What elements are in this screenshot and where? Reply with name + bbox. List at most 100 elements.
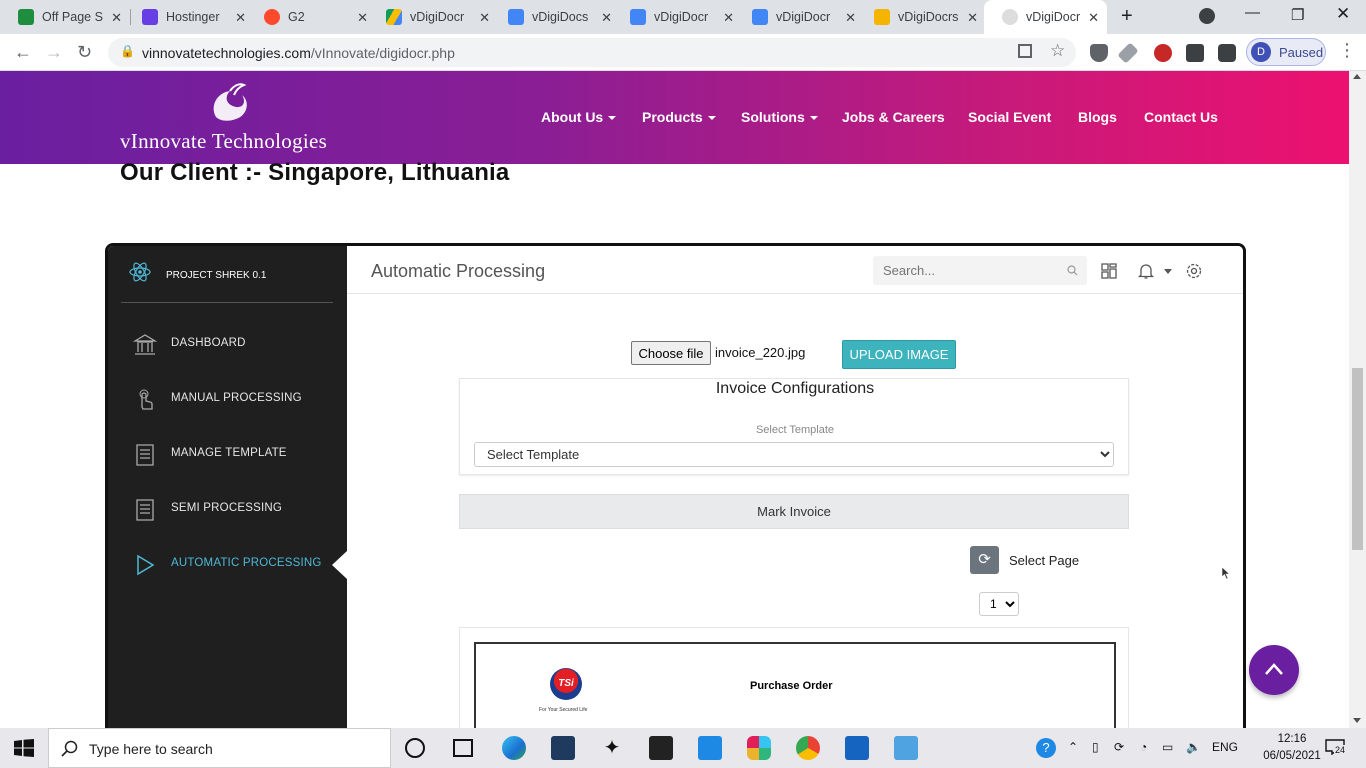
mail-icon[interactable] [698,736,722,760]
back-icon[interactable]: ← [14,42,32,63]
search-input[interactable] [873,256,1087,285]
template-select[interactable]: Select Template [474,442,1114,467]
close-tab-icon[interactable]: ✕ [479,10,490,26]
browser-tab[interactable]: vDigiDocr ✕ [734,0,864,34]
chrome-icon[interactable] [796,736,820,760]
address-bar[interactable]: 🔒 vinnovatetechnologies.com/vInnovate/di… [108,38,1076,67]
close-tab-icon[interactable]: ✕ [601,10,612,26]
document-preview: TSi For Your Secured Life Purchase Order [459,627,1129,728]
device-icon[interactable]: ▯ [1092,740,1099,754]
volume-icon[interactable]: 🔈 [1186,740,1201,754]
clock[interactable]: 12:16 06/05/2021 [1262,731,1322,765]
task-view-icon[interactable] [453,739,473,757]
rocket-extension-icon[interactable] [1117,42,1139,64]
config-title: Invoice Configurations [715,380,875,397]
upload-image-button[interactable]: UPLOAD IMAGE [842,340,956,369]
nav-contact-us[interactable]: Contact Us [1144,109,1218,125]
grid-view-icon[interactable] [1100,262,1118,280]
battery-icon[interactable]: ▭ [1162,740,1173,754]
notification-center[interactable]: 24 [1325,739,1347,757]
close-tab-icon[interactable]: ✕ [111,10,122,26]
cortana-icon[interactable] [405,738,425,758]
dropbox-icon[interactable]: ✦ [600,736,624,760]
help-icon[interactable]: ? [1036,738,1056,758]
windows-start-icon[interactable] [14,739,34,757]
scroll-down-icon[interactable] [1353,718,1361,723]
site-header: vInnovate Technologies About Us Products… [0,71,1349,164]
sidebar-item-dashboard[interactable]: DASHBOARD [108,324,347,364]
nav-about-us[interactable]: About Us [541,109,617,125]
site-logo-text[interactable]: vInnovate Technologies [120,129,327,154]
browser-tab[interactable]: vDigiDocr ✕ [368,0,498,34]
choose-file-button[interactable]: Choose file [631,341,711,365]
bookmark-star-icon[interactable]: ☆ [1050,41,1065,61]
nav-social-event[interactable]: Social Event [968,109,1051,125]
media-player-icon[interactable] [845,736,869,760]
browser-tab[interactable]: vDigiDocs ✕ [490,0,620,34]
scroll-up-icon[interactable] [1353,74,1361,79]
nav-solutions[interactable]: Solutions [741,109,818,125]
language-indicator[interactable]: ENG [1212,740,1238,754]
minimize-icon[interactable]: — [1245,4,1260,21]
vscode-icon[interactable] [551,736,575,760]
chevron-down-icon[interactable] [1164,269,1172,274]
close-window-icon[interactable]: ✕ [1336,4,1350,24]
profile-status: Paused [1279,44,1324,60]
close-tab-icon[interactable]: ✕ [1088,10,1099,26]
bank-icon [132,334,158,355]
sidebar-item-semi-processing[interactable]: SEMI PROCESSING [108,489,347,529]
search-icon [61,740,78,757]
scroll-to-top-button[interactable] [1249,645,1299,695]
sidebar-item-automatic-processing[interactable]: AUTOMATIC PROCESSING [108,544,347,584]
search-box [873,256,1087,285]
document-icon [136,444,154,466]
tab-search-icon[interactable] [1199,8,1215,24]
nav-products[interactable]: Products [642,109,716,125]
close-tab-icon[interactable]: ✕ [723,10,734,26]
pocket-extension-icon[interactable] [1090,44,1108,62]
wifi-icon[interactable]: ◔ [1140,740,1147,754]
extensions-puzzle-icon[interactable] [1218,44,1236,62]
browser-tab[interactable]: Hostinger ✕ [124,0,254,34]
search-icon[interactable] [1067,265,1078,276]
nav-blogs[interactable]: Blogs [1078,109,1117,125]
browser-tab-active[interactable]: vDigiDocr ✕ [984,0,1107,34]
close-tab-icon[interactable]: ✕ [845,10,856,26]
nav-jobs-careers[interactable]: Jobs & Careers [842,109,945,125]
store-icon[interactable] [649,736,673,760]
browser-tab[interactable]: G2 ✕ [246,0,376,34]
browser-tab[interactable]: vDigiDocr ✕ [612,0,742,34]
moz-extension-icon[interactable] [1186,44,1204,62]
forward-icon[interactable]: → [45,42,63,63]
semrush-extension-icon[interactable] [1154,44,1172,62]
profile-button[interactable]: D Paused [1246,38,1326,66]
close-tab-icon[interactable]: ✕ [967,10,978,26]
sidebar-item-manual-processing[interactable]: MANUAL PROCESSING [108,379,347,419]
page-scrollbar[interactable] [1349,71,1366,728]
new-tab-icon[interactable]: + [1121,5,1133,28]
app-sidebar: PROJECT SHREK 0.1 DASHBOARD MANUAL PROCE… [108,246,347,728]
mark-invoice-button[interactable]: Mark Invoice [459,494,1129,529]
bell-icon[interactable] [1137,262,1155,280]
taskbar-search[interactable]: Type here to search [48,728,391,768]
close-tab-icon[interactable]: ✕ [235,10,246,26]
slack-icon[interactable] [747,736,771,760]
sidebar-item-label: DASHBOARD [171,337,246,349]
browser-tab[interactable]: vDigiDocrs ✕ [856,0,986,34]
restore-icon[interactable]: ❐ [1291,6,1304,24]
qr-code-icon[interactable] [1018,44,1032,58]
show-hidden-icons-icon[interactable]: ⌃ [1068,740,1078,754]
reload-icon[interactable]: ↻ [77,42,92,63]
browser-tab[interactable]: Off Page S ✕ [0,0,130,34]
close-tab-icon[interactable]: ✕ [357,10,368,26]
chrome-menu-icon[interactable]: ⋮ [1338,40,1356,61]
control-panel-icon[interactable] [894,736,918,760]
gear-icon[interactable] [1185,262,1203,280]
sidebar-item-manage-template[interactable]: MANAGE TEMPLATE [108,434,347,474]
invoice-config-card: Invoice Configurations Select Template S… [459,378,1129,475]
edge-icon[interactable] [502,736,526,760]
sync-icon[interactable]: ⟳ [1114,740,1124,754]
page-select[interactable]: 1 [979,592,1019,616]
refresh-button[interactable]: ⟳ [970,546,999,574]
scroll-thumb[interactable] [1352,368,1363,550]
